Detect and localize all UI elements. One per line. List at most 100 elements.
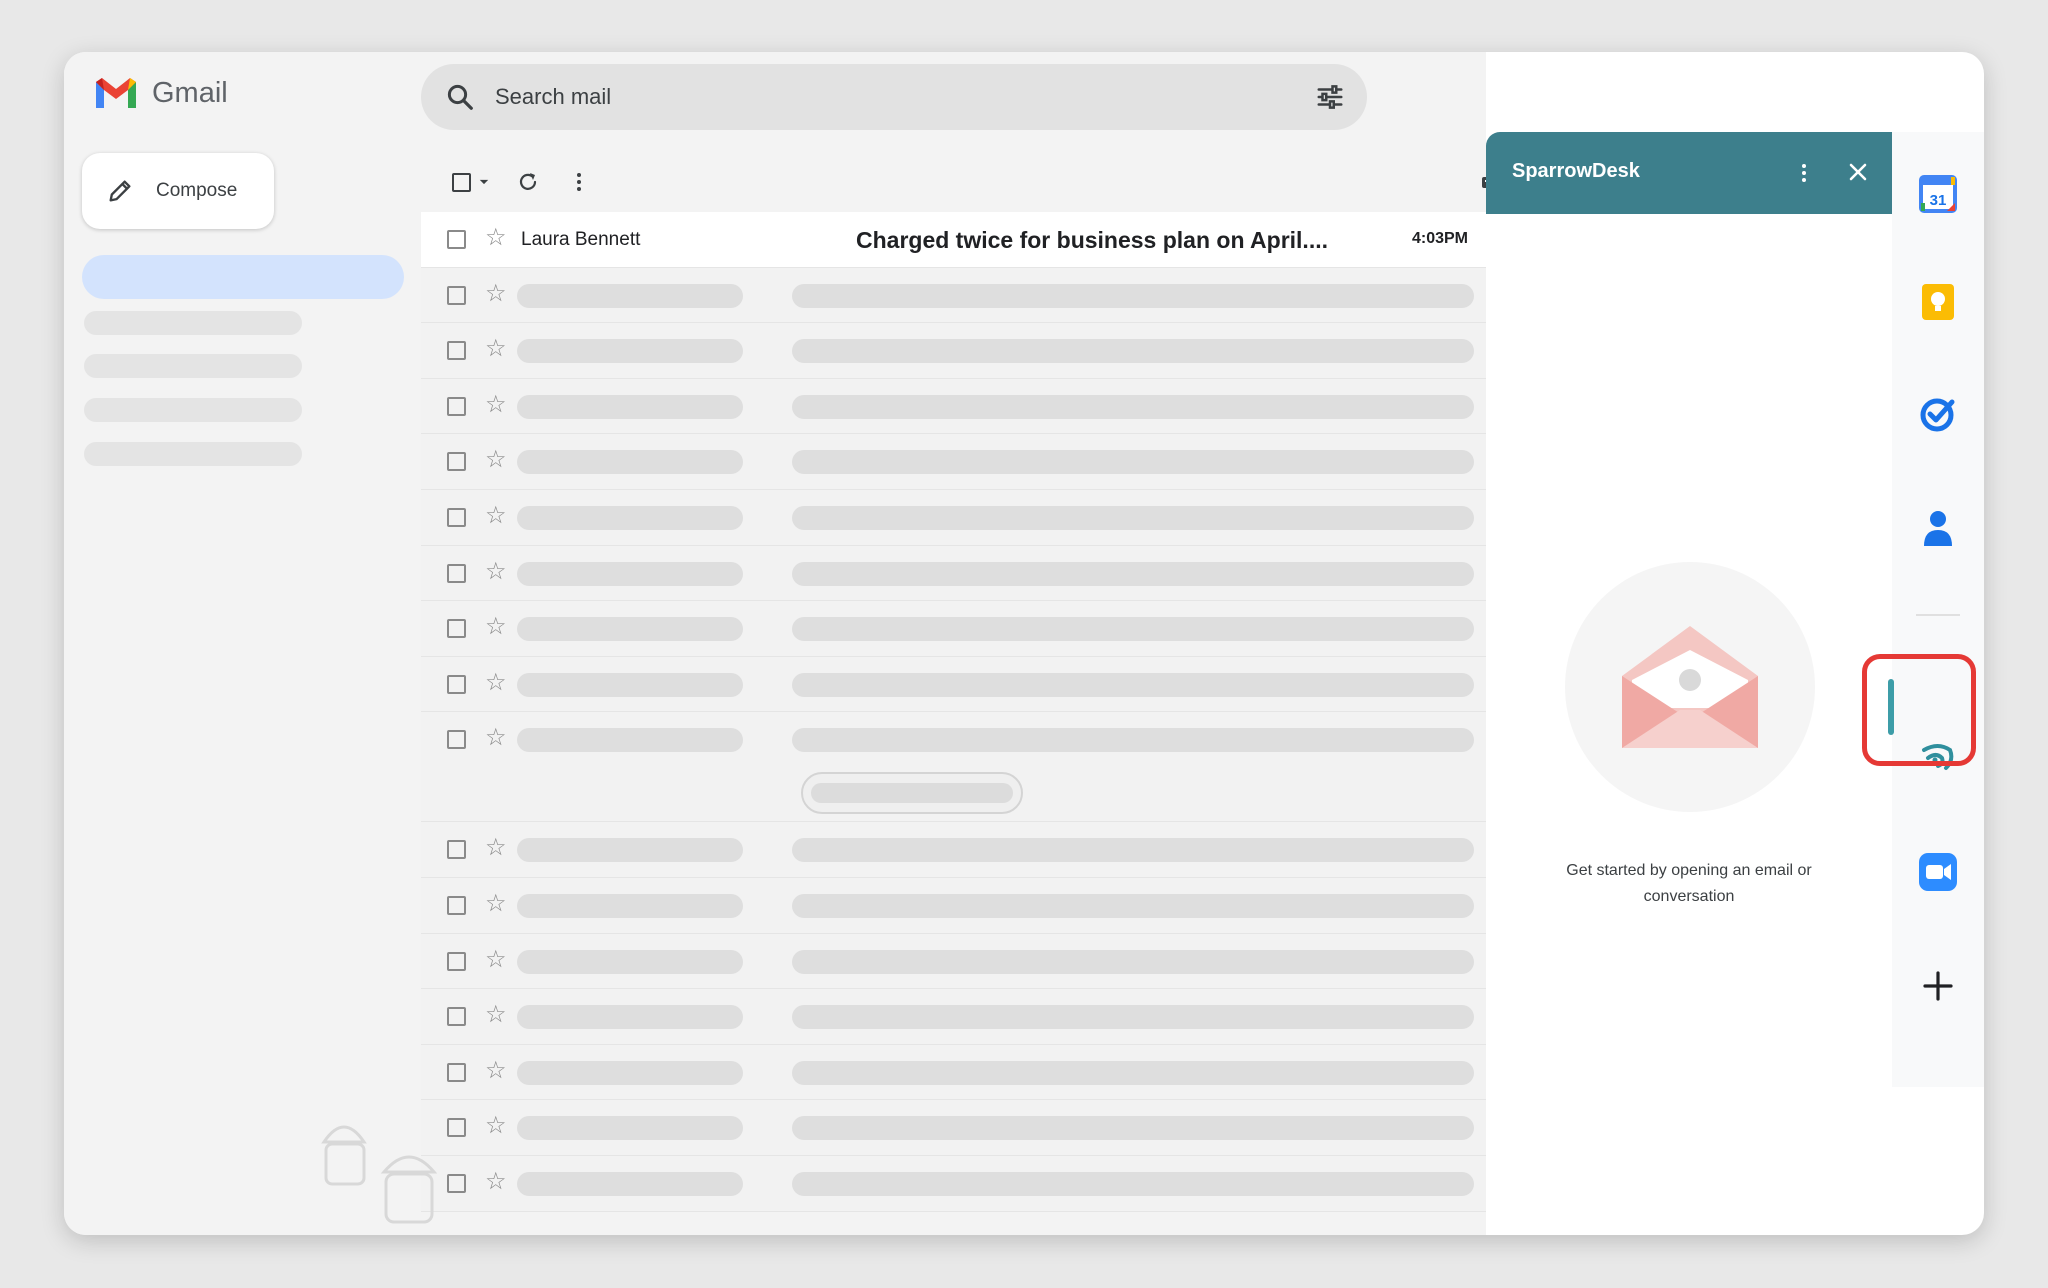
zoom-icon [1919, 853, 1957, 891]
email-row-placeholder[interactable]: ☆ [421, 378, 1486, 435]
kebab-icon [577, 173, 581, 191]
search-input[interactable] [495, 78, 1275, 116]
panel-menu-button[interactable] [1792, 156, 1816, 190]
row-checkbox[interactable] [447, 1007, 466, 1027]
compose-button[interactable]: Compose [82, 153, 274, 229]
row-checkbox[interactable] [447, 341, 466, 361]
app-window: Gmail Compose [64, 52, 1984, 1235]
select-all-checkbox[interactable] [446, 162, 496, 202]
nav-item-placeholder[interactable] [84, 398, 302, 422]
side-rail: 31 [1892, 132, 1984, 1087]
star-icon[interactable]: ☆ [485, 1001, 507, 1029]
star-icon[interactable]: ☆ [485, 391, 507, 419]
star-icon[interactable]: ☆ [485, 558, 507, 586]
contacts-button[interactable] [1914, 504, 1962, 552]
row-checkbox[interactable] [447, 452, 466, 472]
email-row-placeholder[interactable]: ☆ [421, 822, 1486, 878]
add-addon-button[interactable] [1914, 962, 1962, 1010]
email-row-placeholder[interactable]: ☆ [421, 933, 1486, 990]
row-checkbox[interactable] [447, 396, 466, 416]
keep-button[interactable] [1914, 278, 1962, 326]
row-checkbox[interactable] [447, 230, 466, 249]
star-icon[interactable]: ☆ [485, 724, 507, 752]
sender-placeholder [517, 728, 743, 753]
email-row-placeholder[interactable]: ☆ [421, 489, 1486, 546]
email-row-placeholder[interactable]: ☆ [421, 1044, 1486, 1101]
star-icon[interactable]: ☆ [485, 1057, 507, 1085]
row-checkbox[interactable] [447, 730, 466, 750]
sender-placeholder [517, 893, 743, 918]
subject-placeholder [792, 838, 1474, 863]
row-checkbox[interactable] [447, 895, 466, 915]
star-icon[interactable]: ☆ [485, 446, 507, 474]
row-checkbox[interactable] [447, 840, 466, 860]
email-row-placeholder[interactable]: ☆ [421, 989, 1486, 1045]
star-icon[interactable]: ☆ [485, 335, 507, 363]
subject-placeholder [792, 394, 1474, 419]
attachment-chip-placeholder[interactable] [801, 772, 1023, 815]
email-row-placeholder[interactable]: ☆ [421, 545, 1486, 602]
refresh-icon [519, 173, 537, 190]
row-checkbox[interactable] [447, 1062, 466, 1082]
sender-placeholder [517, 450, 743, 475]
tasks-icon [1920, 398, 1955, 432]
close-icon [1849, 163, 1867, 181]
email-row-placeholder[interactable]: ☆ [421, 434, 1486, 490]
star-icon[interactable]: ☆ [485, 1112, 507, 1140]
row-checkbox[interactable] [447, 674, 466, 694]
subject-placeholder [792, 617, 1474, 642]
keep-icon [1922, 284, 1954, 320]
more-options-button[interactable] [564, 162, 594, 202]
subject-placeholder [792, 505, 1474, 530]
email-row-placeholder[interactable]: ☆ [421, 267, 1486, 324]
star-icon[interactable]: ☆ [485, 224, 507, 252]
gmail-logo[interactable]: Gmail [94, 76, 228, 110]
zoom-button[interactable] [1914, 848, 1962, 896]
nav-item-placeholder[interactable] [84, 354, 302, 378]
nav-item-placeholder[interactable] [84, 311, 302, 335]
row-checkbox[interactable] [447, 619, 466, 639]
star-icon[interactable]: ☆ [485, 1168, 507, 1196]
calendar-button[interactable]: 31 [1914, 170, 1962, 218]
subject-placeholder [792, 672, 1474, 697]
star-icon[interactable]: ☆ [485, 890, 507, 918]
star-icon[interactable]: ☆ [485, 669, 507, 697]
tasks-button[interactable] [1914, 390, 1962, 438]
sender-placeholder [517, 394, 743, 419]
email-row-placeholder[interactable]: ☆ [421, 601, 1486, 657]
email-row-placeholder[interactable]: ☆ [421, 877, 1486, 934]
email-time: 4:03PM [1411, 230, 1468, 247]
panel-close-button[interactable] [1840, 154, 1876, 190]
email-row-placeholder[interactable]: ☆ [421, 1100, 1486, 1156]
email-row[interactable]: ☆ Laura Bennett Charged twice for busine… [421, 212, 1486, 268]
sender-placeholder [517, 1005, 743, 1030]
star-icon[interactable]: ☆ [485, 613, 507, 641]
star-icon[interactable]: ☆ [485, 946, 507, 974]
nav-item-active[interactable] [82, 255, 404, 299]
star-icon[interactable]: ☆ [485, 280, 507, 308]
email-row-placeholder[interactable]: ☆ [421, 712, 1486, 823]
row-checkbox[interactable] [447, 507, 466, 527]
gmail-m-icon [96, 78, 136, 108]
subject-placeholder [792, 561, 1474, 586]
subject-placeholder [792, 1171, 1474, 1196]
row-checkbox[interactable] [447, 285, 466, 305]
refresh-button[interactable] [508, 162, 548, 202]
email-row-placeholder[interactable]: ☆ [421, 656, 1486, 713]
search-options-icon[interactable] [1315, 82, 1345, 112]
search-bar[interactable] [421, 64, 1367, 130]
email-row-placeholder[interactable]: ☆ [421, 1155, 1486, 1212]
subject-placeholder [792, 1060, 1474, 1085]
email-row-placeholder[interactable]: ☆ [421, 323, 1486, 379]
calendar-day-label: 31 [1930, 192, 1947, 209]
email-list: ☆ Laura Bennett Charged twice for busine… [421, 212, 1486, 1212]
star-icon[interactable]: ☆ [485, 834, 507, 862]
star-icon[interactable]: ☆ [485, 502, 507, 530]
row-checkbox[interactable] [447, 563, 466, 583]
kebab-icon [1802, 164, 1806, 182]
search-icon[interactable] [445, 82, 475, 112]
row-checkbox[interactable] [447, 951, 466, 971]
sender-placeholder [517, 283, 743, 308]
nav-item-placeholder[interactable] [84, 442, 302, 466]
subject-placeholder [792, 1116, 1474, 1141]
